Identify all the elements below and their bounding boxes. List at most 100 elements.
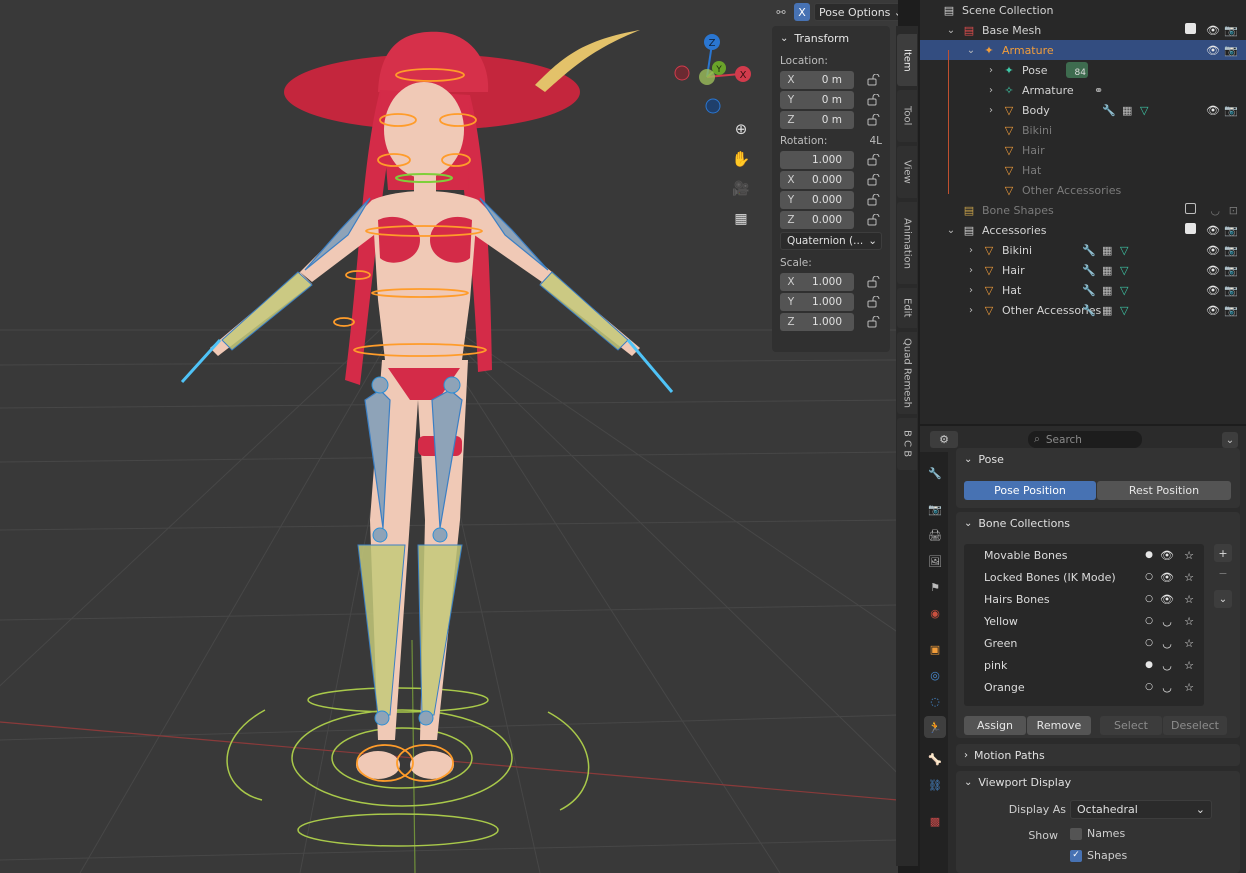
location-field[interactable]: Z 0 m <box>780 111 854 129</box>
lock-icon[interactable] <box>866 154 880 166</box>
rotation-mode-dropdown[interactable]: Quaternion (... ⌄ <box>780 232 882 250</box>
hidden-eye-icon[interactable]: ◡ <box>1160 614 1174 628</box>
rotation-field[interactable]: X 0.000 <box>780 171 854 189</box>
outliner-row[interactable]: ▤ Bone Shapes ◡ ⊡ <box>920 200 1246 220</box>
sidebar-tab[interactable]: Edit <box>897 288 917 328</box>
texture-icon[interactable]: ▩ <box>924 810 946 832</box>
star-icon[interactable]: ☆ <box>1182 614 1196 628</box>
expand-arrow-icon[interactable]: › <box>964 283 978 297</box>
bone-collection-item[interactable]: Movable Bones ● 👁 ☆ <box>964 544 1204 566</box>
outliner-row[interactable]: ⌄ ✦ Armature 👁 📷 <box>920 40 1246 60</box>
bone-collection-item[interactable]: Yellow ○ ◡ ☆ <box>964 610 1204 632</box>
names-checkbox-row[interactable]: Names <box>1070 827 1125 840</box>
eye-icon[interactable]: 👁 <box>1160 570 1174 584</box>
sidebar-tab[interactable]: Tool <box>897 90 917 142</box>
star-icon[interactable]: ☆ <box>1182 548 1196 562</box>
modifier-icon[interactable]: ◎ <box>924 664 946 686</box>
outliner-row[interactable]: ⌄ ▤ Accessories 👁 📷 <box>920 220 1246 240</box>
lock-icon[interactable] <box>866 276 880 288</box>
assign-button[interactable]: Assign <box>964 716 1026 735</box>
scale-field[interactable]: Y 1.000 <box>780 293 854 311</box>
expand-arrow-icon[interactable]: ⌄ <box>944 23 958 37</box>
bone-collection-item[interactable]: pink ● ◡ ☆ <box>964 654 1204 676</box>
location-field[interactable]: Y 0 m <box>780 91 854 109</box>
camera-icon[interactable]: 🎥 <box>728 176 754 202</box>
sidebar-tab[interactable]: Quad Remesh <box>897 332 917 414</box>
chevron-down-icon[interactable]: ⌄ <box>1222 432 1238 448</box>
star-icon[interactable]: ☆ <box>1182 570 1196 584</box>
lock-icon[interactable] <box>866 194 880 206</box>
sidebar-tab[interactable]: B C B <box>897 418 917 470</box>
pose-options-dropdown[interactable]: Pose Options ⌄ <box>814 3 898 21</box>
expand-arrow-icon[interactable]: › <box>964 263 978 277</box>
eye-icon[interactable]: 👁 <box>1206 224 1220 237</box>
properties-search[interactable]: ⌕ Search <box>1028 431 1142 448</box>
mirror-icon[interactable]: ⚯ <box>772 3 790 21</box>
x-mirror-toggle[interactable]: X <box>794 3 810 21</box>
expand-arrow-icon[interactable]: ⌄ <box>944 223 958 237</box>
collection-menu-button[interactable]: ⌄ <box>1214 590 1232 608</box>
outliner-row[interactable]: ⌄ ▤ Base Mesh 👁 📷 <box>920 20 1246 40</box>
eye-icon[interactable]: 👁 <box>1160 548 1174 562</box>
eye-icon[interactable]: 👁 <box>1206 264 1220 277</box>
outliner-row[interactable]: ▽ Hair <box>920 140 1246 160</box>
3d-viewport[interactable]: ⚯ X Pose Options ⌄ Z X Y ⊕ ✋ 🎥 ▦ ⌄ Trans… <box>0 0 898 873</box>
pose-position-button[interactable]: Pose Position <box>964 481 1096 500</box>
expand-arrow-icon[interactable]: › <box>984 63 998 77</box>
remove-button[interactable]: Remove <box>1027 716 1091 735</box>
bone-constraint-icon[interactable]: ⛓ <box>924 774 946 796</box>
sidebar-tab[interactable]: View <box>897 146 917 198</box>
bone-collections-header[interactable]: ⌄ Bone Collections <box>956 512 1240 534</box>
camera-render-icon[interactable]: ⊡ <box>1229 204 1238 217</box>
transform-header[interactable]: ⌄ Transform <box>772 26 890 51</box>
location-field[interactable]: X 0 m <box>780 71 854 89</box>
outliner-row[interactable]: › ▽ Hat 🔧 ▦ ▽ 👁 📷 <box>920 280 1246 300</box>
bone-collections-list[interactable]: Movable Bones ● 👁 ☆ Locked Bones (IK Mode) ○ 👁… <box>964 544 1204 706</box>
exclude-checkbox[interactable] <box>1185 23 1196 37</box>
outliner-row[interactable]: › ▽ Other Accessories 🔧 ▦ ▽ 👁 📷 <box>920 300 1246 320</box>
active-dot-icon[interactable]: ● <box>1142 548 1156 562</box>
scale-field[interactable]: Z 1.000 <box>780 313 854 331</box>
outliner-row[interactable]: › ✧ Armature ⚭ <box>920 80 1246 100</box>
hidden-eye-icon[interactable]: ◡ <box>1160 680 1174 694</box>
outliner-row[interactable]: ▽ Bikini <box>920 120 1246 140</box>
camera-render-icon[interactable]: 📷 <box>1224 284 1238 297</box>
scale-field[interactable]: X 1.000 <box>780 273 854 291</box>
active-dot-icon[interactable]: ● <box>1142 658 1156 672</box>
rotation-field[interactable]: Z 0.000 <box>780 211 854 229</box>
inactive-dot-icon[interactable]: ○ <box>1142 680 1156 694</box>
star-icon[interactable]: ☆ <box>1182 658 1196 672</box>
sidebar-tab[interactable]: Item <box>897 34 917 86</box>
camera-render-icon[interactable]: 📷 <box>1224 264 1238 277</box>
hidden-eye-icon[interactable]: ◡ <box>1160 658 1174 672</box>
camera-render-icon[interactable]: 📷 <box>1224 104 1238 117</box>
star-icon[interactable]: ☆ <box>1182 592 1196 606</box>
exclude-checkbox[interactable] <box>1185 223 1196 237</box>
expand-arrow-icon[interactable]: › <box>964 303 978 317</box>
outliner-row[interactable]: › ▽ Body 🔧 ▦ ▽ 👁 📷 <box>920 100 1246 120</box>
hidden-eye-icon[interactable]: ◡ <box>1160 636 1174 650</box>
eye-icon[interactable]: 👁 <box>1206 24 1220 37</box>
lock-icon[interactable] <box>866 174 880 186</box>
display-as-dropdown[interactable]: Octahedral ⌄ <box>1070 800 1212 819</box>
render-icon[interactable]: 📷 <box>924 498 946 520</box>
bone-collection-item[interactable]: Green ○ ◡ ☆ <box>964 632 1204 654</box>
expand-arrow-icon[interactable]: › <box>984 83 998 97</box>
star-icon[interactable]: ☆ <box>1182 680 1196 694</box>
bone-collection-item[interactable]: Locked Bones (IK Mode) ○ 👁 ☆ <box>964 566 1204 588</box>
eye-icon[interactable]: 👁 <box>1206 284 1220 297</box>
tool-icon[interactable]: 🔧 <box>924 462 946 484</box>
lock-icon[interactable] <box>866 296 880 308</box>
remove-collection-button[interactable]: − <box>1214 564 1232 582</box>
armature-data-icon[interactable]: 🏃 <box>924 716 946 738</box>
outliner-row[interactable]: › ▽ Hair 🔧 ▦ ▽ 👁 📷 <box>920 260 1246 280</box>
lock-icon[interactable] <box>866 214 880 226</box>
viewport-scene[interactable] <box>0 0 898 873</box>
select-button[interactable]: Select <box>1100 716 1162 735</box>
physics-icon[interactable]: ◌ <box>924 690 946 712</box>
inactive-dot-icon[interactable]: ○ <box>1142 636 1156 650</box>
lock-icon[interactable] <box>866 74 880 86</box>
inactive-dot-icon[interactable]: ○ <box>1142 570 1156 584</box>
rotation-field[interactable]: Y 0.000 <box>780 191 854 209</box>
outliner-row[interactable]: ▤ Scene Collection <box>920 0 1246 20</box>
